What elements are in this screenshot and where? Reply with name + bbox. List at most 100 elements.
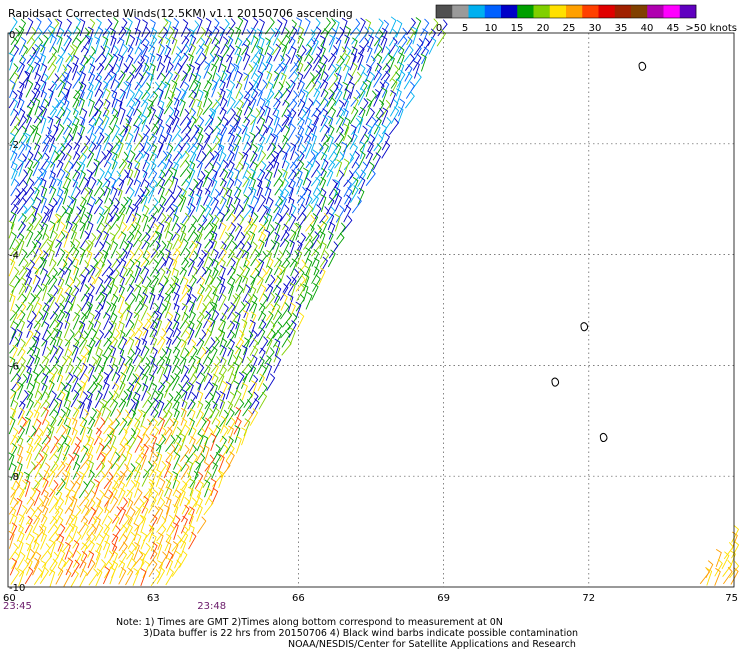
legend-label: 25 [563, 23, 576, 34]
wind-barb [95, 568, 103, 587]
wind-barb [18, 248, 28, 267]
wind-barb [126, 389, 133, 407]
wind-barb [189, 265, 198, 284]
wind-barb [165, 194, 176, 213]
legend-label: 0 [436, 23, 442, 34]
legend-label: 45 [667, 23, 680, 34]
wind-barb [296, 45, 307, 63]
wind-barb [242, 43, 249, 62]
wind-barb [133, 488, 143, 506]
wind-barb [359, 125, 368, 144]
wind-barb [134, 88, 144, 107]
wind-barb [33, 418, 42, 437]
wind-barb [16, 487, 25, 505]
footnotes: Note: 1) Times are GMT 2)Times along bot… [116, 617, 578, 650]
wind-barb [57, 356, 68, 374]
wind-barb [211, 168, 218, 187]
wind-barb [48, 469, 56, 488]
wind-barb [133, 98, 141, 116]
wind-barb [41, 309, 49, 328]
wind-barb [351, 27, 361, 45]
wind-barb [258, 391, 268, 410]
wind-barb [180, 399, 188, 418]
wind-barb [350, 185, 359, 203]
wind-barb [141, 266, 150, 284]
wind-barb [103, 240, 111, 259]
wind-barb [126, 542, 137, 560]
wind-barb [127, 557, 137, 576]
wind-barb [125, 469, 134, 488]
wind-barb [311, 266, 320, 284]
wind-barb [26, 250, 37, 268]
wind-barb [327, 115, 334, 134]
wind-barb [41, 551, 53, 568]
wind-barb [367, 90, 377, 108]
wind-barb [156, 212, 167, 230]
wind-barb [140, 169, 148, 188]
wind-barb [63, 71, 70, 90]
wind-barb [249, 88, 259, 107]
wind-barb [42, 321, 50, 339]
wind-barb [17, 530, 25, 549]
wind-barb [65, 240, 76, 259]
wind-barb [72, 531, 82, 549]
wind-barb [234, 161, 244, 180]
wind-barb [365, 79, 372, 97]
wind-barb [141, 469, 150, 487]
wind-barb [218, 435, 227, 454]
wind-barb [56, 35, 63, 53]
wind-barb [41, 338, 48, 356]
wind-barb [155, 443, 162, 461]
wind-barb [305, 291, 313, 310]
wind-barb [94, 497, 102, 515]
wind-barb [109, 336, 118, 355]
wind-barb [365, 141, 374, 159]
wind-barb [64, 276, 75, 294]
wind-barb [249, 96, 257, 115]
wind-barb [204, 53, 215, 71]
wind-barb [196, 337, 205, 356]
wind-barb [218, 470, 225, 489]
wind-barb [94, 354, 102, 373]
wind-barb [204, 108, 215, 126]
wind-barb [164, 206, 175, 224]
wind-barb [33, 507, 43, 525]
wind-barb [156, 204, 165, 222]
wind-barb [187, 215, 198, 233]
time-labels: 23:45 23:48 [3, 601, 226, 612]
wind-barb [16, 329, 23, 347]
wind-barb [365, 107, 375, 126]
wind-barb [24, 416, 31, 435]
wind-barb [62, 106, 71, 125]
wind-barb [65, 267, 72, 285]
wind-barb [249, 275, 256, 294]
wind-barb [180, 133, 191, 151]
wind-barb [47, 488, 56, 506]
wind-barb [127, 382, 135, 401]
wind-barb [395, 19, 403, 38]
wind-barb [155, 434, 167, 452]
legend-swatch [517, 5, 534, 18]
wind-barb [8, 284, 15, 302]
wind-barb [204, 487, 213, 506]
wind-barb [243, 72, 250, 91]
wind-barb [86, 344, 93, 363]
wind-barb [217, 312, 227, 331]
wind-barb [204, 479, 211, 498]
wind-barb [257, 373, 265, 392]
wind-barb [173, 87, 182, 106]
wind-barb [413, 60, 420, 79]
wind-barb [281, 330, 291, 348]
wind-barb [34, 256, 45, 274]
wind-barb [248, 205, 255, 223]
wind-barb [412, 53, 422, 71]
wind-barb [104, 52, 113, 71]
wind-barb [226, 44, 235, 63]
wind-barb [55, 566, 64, 585]
wind-barb [180, 319, 190, 338]
wind-barb [88, 123, 95, 142]
wind-barb [41, 141, 49, 160]
wind-barb [281, 238, 290, 257]
wind-barb [303, 273, 310, 292]
wind-barb [134, 532, 142, 551]
